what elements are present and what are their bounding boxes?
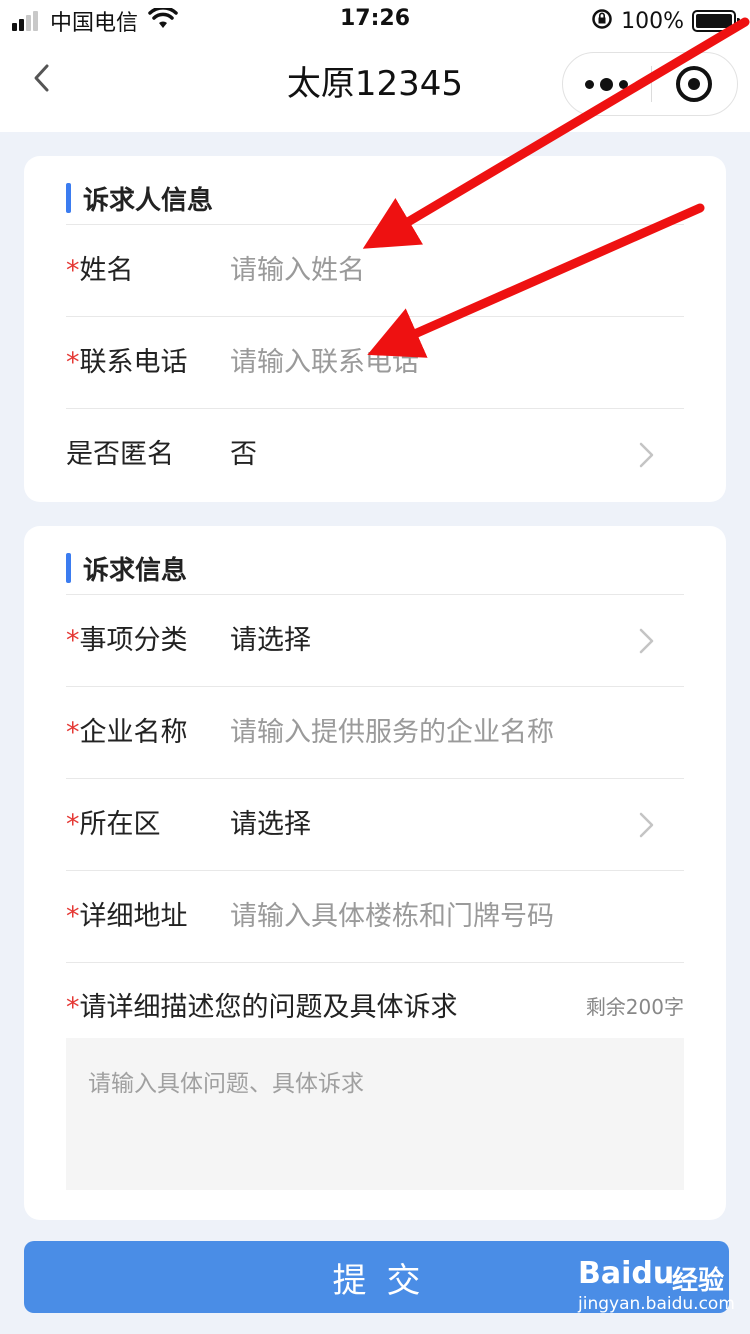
company-input[interactable]: 请输入提供服务的企业名称 bbox=[230, 687, 554, 779]
section-title: 诉求信息 bbox=[83, 555, 188, 586]
phone-label: *联系电话 bbox=[66, 347, 188, 378]
address-row[interactable]: *详细地址 请输入具体楼栋和门牌号码 bbox=[66, 870, 684, 962]
target-icon bbox=[676, 66, 713, 102]
description-textarea[interactable]: 请输入具体问题、具体诉求 bbox=[66, 1038, 684, 1190]
anonymous-value[interactable]: 否 bbox=[230, 409, 257, 501]
address-input[interactable]: 请输入具体楼栋和门牌号码 bbox=[230, 871, 554, 963]
char-counter: 剩余200字 bbox=[585, 995, 684, 1019]
required-mark: * bbox=[66, 347, 80, 378]
chevron-right-icon bbox=[639, 628, 654, 654]
nav-bar: 太原12345 bbox=[0, 40, 750, 132]
request-info-card: 诉求信息 *事项分类 请选择 *企业名称 请输入提供服务的企业名称 *所在区 请… bbox=[24, 526, 726, 1220]
name-row[interactable]: *姓名 请输入姓名 bbox=[66, 224, 684, 316]
status-right: 100% bbox=[591, 6, 740, 36]
more-button[interactable] bbox=[563, 52, 651, 116]
required-mark: * bbox=[66, 901, 80, 932]
close-miniprogram-button[interactable] bbox=[652, 52, 738, 116]
rotation-lock-icon bbox=[591, 8, 613, 34]
required-mark: * bbox=[66, 255, 80, 286]
required-mark: * bbox=[66, 625, 80, 656]
anonymous-row[interactable]: 是否匿名 否 bbox=[66, 408, 684, 500]
battery-icon bbox=[692, 10, 740, 32]
category-select[interactable]: 请选择 bbox=[230, 595, 311, 687]
chevron-right-icon bbox=[639, 442, 654, 468]
phone-row[interactable]: *联系电话 请输入联系电话 bbox=[66, 316, 684, 408]
anonymous-label: 是否匿名 bbox=[66, 439, 174, 470]
district-select[interactable]: 请选择 bbox=[230, 779, 311, 871]
section-header: 诉求人信息 bbox=[66, 180, 213, 216]
category-row[interactable]: *事项分类 请选择 bbox=[66, 594, 684, 686]
section-header: 诉求信息 bbox=[66, 550, 187, 586]
submit-label: 提交 bbox=[332, 1260, 441, 1301]
company-label: *企业名称 bbox=[66, 717, 188, 748]
category-label: *事项分类 bbox=[66, 625, 188, 656]
miniprogram-capsule bbox=[562, 52, 738, 116]
address-label: *详细地址 bbox=[66, 901, 188, 932]
name-label: *姓名 bbox=[66, 255, 134, 286]
battery-percent: 100% bbox=[621, 8, 684, 34]
description-placeholder: 请输入具体问题、具体诉求 bbox=[88, 1071, 364, 1097]
district-label: *所在区 bbox=[66, 809, 161, 840]
phone-input[interactable]: 请输入联系电话 bbox=[230, 317, 419, 409]
name-input[interactable]: 请输入姓名 bbox=[230, 225, 365, 317]
required-mark: * bbox=[66, 809, 80, 840]
description-label: *请详细描述您的问题及具体诉求 bbox=[66, 992, 458, 1023]
requester-info-card: 诉求人信息 *姓名 请输入姓名 *联系电话 请输入联系电话 是否匿名 否 bbox=[24, 156, 726, 502]
more-dots-icon bbox=[582, 77, 631, 91]
watermark-brand: Baidu bbox=[578, 1256, 675, 1291]
required-mark: * bbox=[66, 992, 80, 1023]
chevron-right-icon bbox=[639, 812, 654, 838]
status-bar: 中国电信 17:26 100% bbox=[0, 0, 750, 40]
section-accent-bar bbox=[66, 183, 71, 213]
company-row[interactable]: *企业名称 请输入提供服务的企业名称 bbox=[66, 686, 684, 778]
baidu-watermark: Baidu 经验 jingyan.baidu.com bbox=[576, 1252, 748, 1318]
watermark-url: jingyan.baidu.com bbox=[578, 1294, 735, 1314]
description-header: *请详细描述您的问题及具体诉求 剩余200字 bbox=[66, 962, 684, 1042]
section-title: 诉求人信息 bbox=[83, 185, 214, 216]
section-accent-bar bbox=[66, 553, 71, 583]
watermark-brand-cn: 经验 bbox=[672, 1266, 725, 1296]
required-mark: * bbox=[66, 717, 80, 748]
district-row[interactable]: *所在区 请选择 bbox=[66, 778, 684, 870]
